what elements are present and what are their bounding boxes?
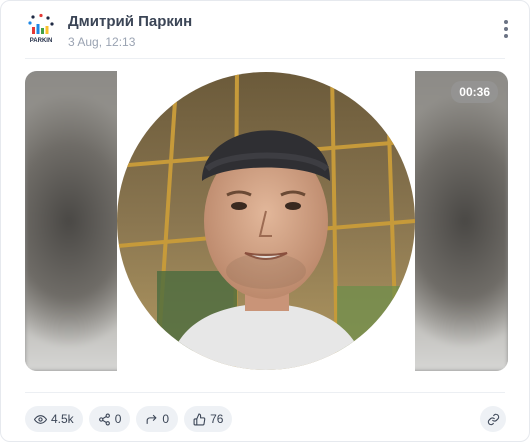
likes-stat[interactable]: 76 [184, 406, 233, 432]
reposts-stat[interactable]: 0 [136, 406, 179, 432]
reposts-count: 0 [162, 412, 170, 426]
post-timestamp: 3 Aug, 12:13 [68, 35, 136, 49]
eye-icon [34, 414, 47, 424]
shares-count: 0 [114, 412, 122, 426]
post-header: PARKIN Дмитрий Паркин 3 Aug, 12:13 [1, 1, 529, 59]
svg-text:PARKIN: PARKIN [30, 38, 53, 44]
author-name[interactable]: Дмитрий Паркин [68, 13, 192, 30]
footer-divider [25, 392, 505, 393]
share-icon [98, 413, 110, 425]
repost-arrow-icon [147, 414, 157, 424]
likes-count: 76 [210, 412, 224, 426]
header-divider [25, 58, 505, 59]
video-thumbnail[interactable] [117, 71, 415, 371]
views-stat[interactable]: 4.5k [25, 406, 83, 432]
avatar[interactable]: PARKIN [25, 13, 57, 45]
post-card: PARKIN Дмитрий Паркин 3 Aug, 12:13 00:36… [0, 0, 530, 442]
video-media[interactable]: 00:36 [25, 71, 508, 371]
video-panel [117, 71, 415, 371]
views-count: 4.5k [51, 412, 74, 426]
video-duration-badge: 00:36 [451, 81, 498, 103]
post-stats: 4.5k 0 0 76 [25, 406, 233, 432]
thumbs-up-icon [193, 413, 206, 425]
shares-stat[interactable]: 0 [88, 406, 131, 432]
copy-link-button[interactable] [480, 406, 506, 432]
link-icon [487, 413, 499, 425]
more-vertical-icon[interactable] [497, 17, 515, 41]
parkin-logo: PARKIN [28, 13, 54, 44]
